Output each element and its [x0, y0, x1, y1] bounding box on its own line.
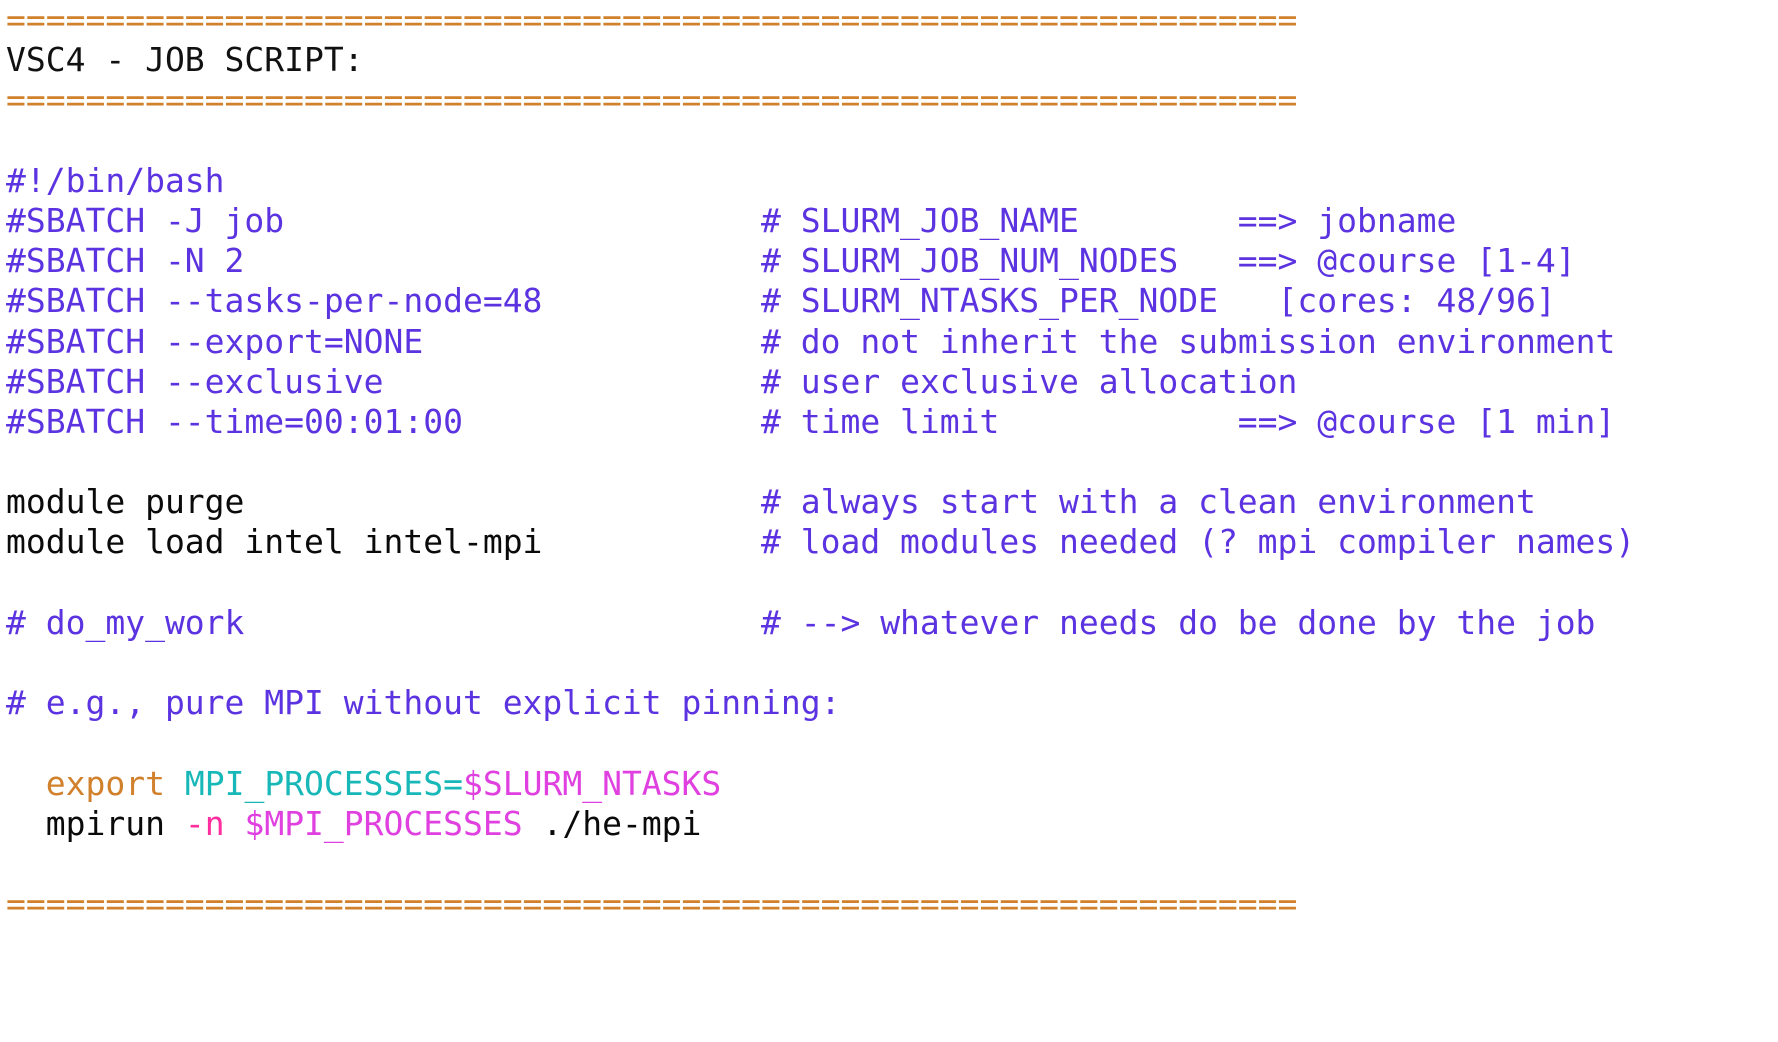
code-line-rule-bottom: ========================================… [6, 884, 1778, 924]
inline-comment: # --> whatever needs do be done by the j… [760, 602, 1596, 642]
code-segment: #SBATCH --time=00:01:00 [6, 401, 463, 441]
inline-comment: # user exclusive allocation [761, 361, 1298, 401]
code-segment: module load intel intel-mpi [6, 522, 543, 562]
code-segment: # e.g., pure MPI without explicit pinnin… [6, 683, 841, 723]
inline-comment: # SLURM_NTASKS_PER_NODE [cores: 48/96] [760, 281, 1556, 321]
inline-comment: # always start with a clean environment [760, 482, 1536, 522]
code-segment: # do_my_work [6, 602, 245, 642]
inline-comment: # do not inherit the submission environm… [761, 321, 1616, 361]
horizontal-rule: ========================================… [6, 884, 1298, 924]
code-segment: #SBATCH -N 2 [6, 241, 245, 281]
shell-token: $MPI_PROCESSES [244, 803, 523, 843]
shell-token [6, 804, 46, 843]
inline-comment: # time limit ==> @course [1 min] [760, 401, 1616, 441]
shell-token: -n [184, 803, 225, 843]
shell-token [6, 764, 46, 803]
code-line-rule-title: ========================================… [6, 80, 1778, 120]
code-line-eg-comment: # e.g., pure MPI without explicit pinnin… [6, 683, 1778, 723]
shell-token [165, 764, 185, 803]
inline-comment: # SLURM_JOB_NAME ==> jobname [760, 200, 1457, 240]
shell-token: MPI_PROCESSES= [184, 763, 463, 803]
shell-token: ./he-mpi [522, 803, 702, 843]
code-segment: #SBATCH --export=NONE [6, 321, 424, 361]
shell-token: mpirun [45, 803, 185, 843]
code-line-module-purge: module purge # always start with a clean… [6, 482, 1778, 522]
shell-token [225, 804, 245, 843]
code-line-blank-3 [6, 563, 1778, 603]
page-title: VSC4 - JOB SCRIPT: [6, 40, 364, 80]
shell-token: $SLURM_NTASKS [463, 763, 722, 803]
shell-token: export [45, 763, 165, 803]
code-line-module-load: module load intel intel-mpi # load modul… [6, 522, 1778, 562]
job-script-code-listing: ========================================… [6, 0, 1778, 924]
code-line-blank-4 [6, 643, 1778, 683]
code-segment: #!/bin/bash [6, 160, 225, 200]
code-line-blank-5 [6, 723, 1778, 763]
code-line-sbatch-export: #SBATCH --export=NONE # do not inherit t… [6, 322, 1778, 362]
code-segment: #SBATCH -J job [6, 200, 285, 240]
code-line-shebang: #!/bin/bash [6, 161, 1778, 201]
code-line-blank-1 [6, 121, 1778, 161]
code-segment: module purge [6, 482, 245, 522]
code-line-mpirun-line: mpirun -n $MPI_PROCESSES ./he-mpi [6, 804, 1778, 844]
code-segment: #SBATCH --tasks-per-node=48 [6, 281, 543, 321]
code-line-sbatch-J: #SBATCH -J job # SLURM_JOB_NAME ==> jobn… [6, 201, 1778, 241]
code-line-blank-2 [6, 442, 1778, 482]
code-line-do-my-work: # do_my_work # --> whatever needs do be … [6, 603, 1778, 643]
code-line-blank-6 [6, 844, 1778, 884]
inline-comment: # load modules needed (? mpi compiler na… [760, 522, 1636, 562]
horizontal-rule: ========================================… [6, 0, 1298, 39]
code-line-sbatch-time: #SBATCH --time=00:01:00 # time limit ==>… [6, 402, 1778, 442]
slide-canvas: ========================================… [0, 0, 1778, 1042]
inline-comment: # SLURM_JOB_NUM_NODES ==> @course [1-4] [760, 241, 1576, 281]
code-line-sbatch-N: #SBATCH -N 2 # SLURM_JOB_NUM_NODES ==> @… [6, 241, 1778, 281]
code-line-title: VSC4 - JOB SCRIPT: [6, 40, 1778, 80]
code-line-sbatch-tasks: #SBATCH --tasks-per-node=48 # SLURM_NTAS… [6, 281, 1778, 321]
code-line-rule-top: ========================================… [6, 0, 1778, 40]
horizontal-rule: ========================================… [6, 80, 1298, 120]
code-line-sbatch-excl: #SBATCH --exclusive # user exclusive all… [6, 362, 1778, 402]
code-segment: #SBATCH --exclusive [6, 361, 384, 401]
code-line-export-line: export MPI_PROCESSES=$SLURM_NTASKS [6, 764, 1778, 804]
